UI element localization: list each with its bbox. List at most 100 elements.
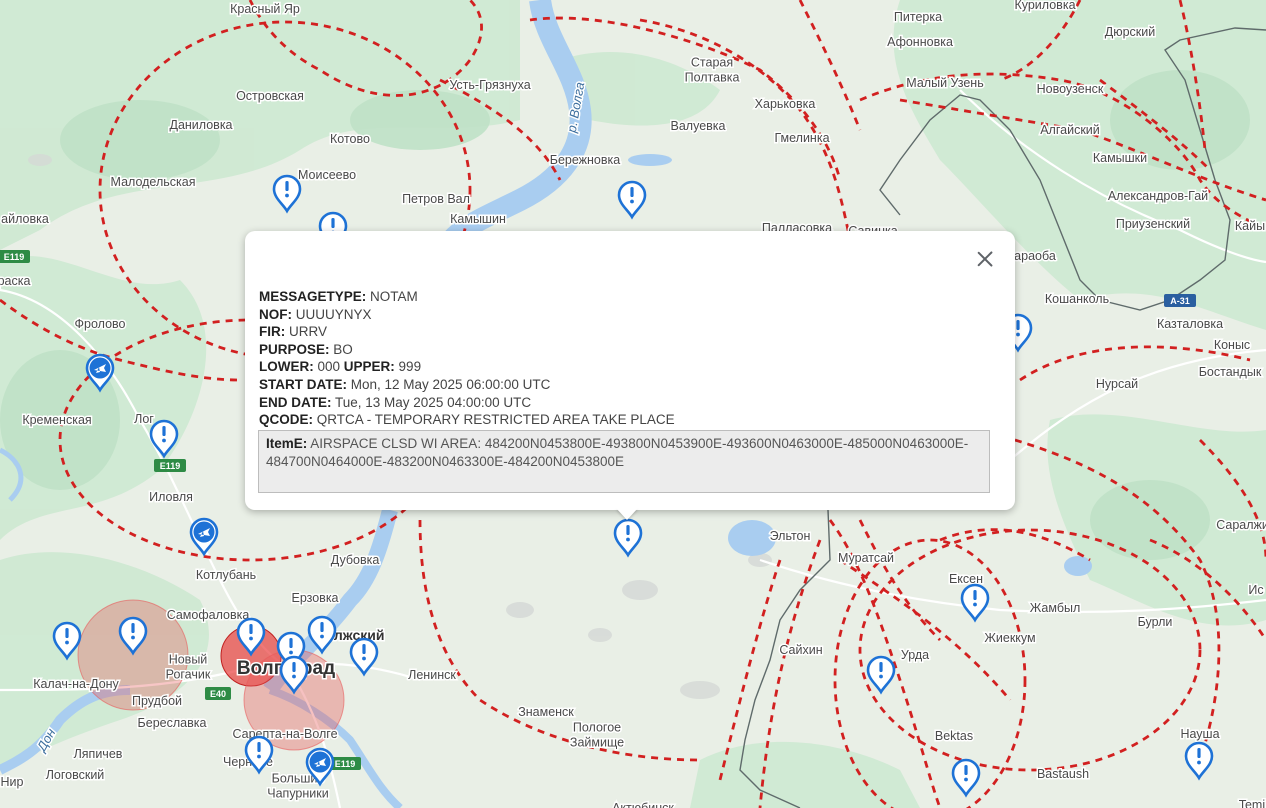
place-label-saralzhin: Саралжин (1216, 518, 1266, 532)
place-label-danilovka: Даниловка (169, 118, 232, 132)
place-label-krasny-yar: Красный Яр (230, 2, 300, 16)
place-label-frolovo: Фролово (75, 317, 126, 331)
place-label-log: Лог (134, 412, 154, 426)
place-label-saikhin: Сайхин (779, 643, 822, 657)
place-label-kurilovka: Куриловка (1014, 0, 1075, 12)
svg-text:E119: E119 (4, 252, 25, 262)
place-label-bastaush: Bastaush (1037, 767, 1089, 781)
road-badge: A-31 (1164, 294, 1196, 307)
place-label-ust-gryaznukha: Усть-Грязнуха (449, 78, 530, 92)
place-label-kremenskaya: Кременская (22, 413, 91, 427)
field-value: UUUUYNYX (292, 306, 372, 322)
field-row: START DATE: Mon, 12 May 2025 06:00:00 UT… (259, 376, 675, 394)
place-label-aleksandrov-gai: Александров-Гай (1108, 189, 1208, 203)
field-value: 999 (394, 359, 422, 375)
field-label: MESSAGETYPE: (259, 289, 367, 304)
place-label-dyurskiy: Дюрский (1105, 25, 1155, 39)
field-label: NOF: (259, 306, 292, 322)
field-row: LOWER: 000 UPPER: 999 (259, 358, 675, 376)
place-label-nausha: Науша (1180, 727, 1219, 741)
place-label-burli: Бурли (1138, 615, 1173, 629)
place-label-maly-uzen: Малый Узень (906, 76, 983, 90)
place-label-znamensk: Знаменск (518, 705, 574, 719)
field-row: QCODE: QRTCA - TEMPORARY RESTRICTED AREA… (259, 411, 675, 429)
place-label-leninsk: Ленинск (408, 668, 456, 682)
item-e-box: ItemE: AIRSPACE CLSD WI AREA: 484200N045… (258, 430, 990, 493)
place-label-prudboy: Прудбой (132, 694, 182, 708)
place-label-kalach: Калач-на-Дону (33, 677, 119, 691)
field-label: FIR: (259, 324, 286, 340)
place-label-zhiekkum: Жиеккум (984, 631, 1035, 645)
place-label-is: Ис (1248, 583, 1263, 597)
popup-pointer (616, 508, 638, 520)
svg-text:E119: E119 (160, 461, 181, 471)
place-label-bektas: Bektas (935, 729, 973, 743)
place-label-nir: Нир (1, 775, 24, 789)
field-value: QRTCA - TEMPORARY RESTRICTED AREA TAKE P… (313, 412, 675, 428)
place-label-konys: Коныс (1214, 338, 1250, 352)
place-label-koshankol: Кошанколь (1045, 292, 1109, 306)
place-label-sarepta: Сарепта-на-Волге (232, 727, 337, 741)
place-label-moiseevo: Моисеево (298, 168, 356, 182)
place-label-petrov-val: Петров Вал (402, 192, 470, 206)
place-label-logovsky: Логовский (46, 768, 105, 782)
place-label-berezhnovka: Бережновка (550, 153, 621, 167)
place-label-lyapichev: Ляпичев (74, 747, 123, 761)
field-value: URRV (285, 324, 328, 340)
field-row: FIR: URRV (259, 323, 675, 341)
item-e-text: AIRSPACE CLSD WI AREA: 484200N0453800E-4… (266, 436, 969, 469)
place-label-zhambyl: Жамбыл (1030, 601, 1081, 615)
place-label-aktyubinsk: Актюбинск (612, 801, 674, 808)
notam-fields: MESSAGETYPE: NOTAM NOF: UUUUYNYX FIR: UR… (259, 288, 675, 429)
place-label-ailovka: айловка (1, 212, 49, 226)
place-label-kamyshki: Камышки (1093, 151, 1147, 165)
place-label-kotluban: Котлубань (196, 568, 256, 582)
place-label-priuzensky: Приузенский (1116, 217, 1190, 231)
place-label-kotovo: Котово (330, 132, 370, 146)
place-label-bereslavka: Береславка (138, 716, 207, 730)
place-label-bostandyk: Бостандык (1199, 365, 1262, 379)
place-label-kaztalovka: Казталовка (1157, 317, 1223, 331)
svg-text:E119: E119 (335, 759, 356, 769)
place-label-dubovka: Дубовка (331, 553, 380, 567)
field-value: Tue, 13 May 2025 04:00:00 UTC (331, 394, 532, 410)
road-badge: E119 (0, 250, 30, 263)
field-label: END DATE: (259, 394, 332, 410)
place-label-eksen: Ексен (949, 572, 983, 586)
place-label-algaisky: Алгайский (1040, 123, 1100, 137)
field-label: START DATE: (259, 376, 347, 392)
place-label-nursay: Нурсай (1096, 377, 1138, 391)
close-icon[interactable] (973, 247, 997, 271)
field-row: NOF: UUUUYNYX (259, 306, 675, 324)
field-label: QCODE: (259, 412, 313, 428)
notam-popup: MESSAGETYPE: NOTAM NOF: UUUUYNYX FIR: UR… (245, 231, 1015, 510)
field-row: END DATE: Tue, 13 May 2025 04:00:00 UTC (259, 394, 675, 412)
svg-text:A-31: A-31 (1170, 296, 1190, 306)
place-label-pologoe: Пологое Займище (570, 721, 624, 750)
place-label-staraya-poltavka: Старая Полтавка (685, 56, 740, 85)
field-label: UPPER: (343, 359, 395, 375)
field-value: BO (329, 341, 353, 357)
field-label: LOWER: (259, 359, 314, 375)
place-label-valuevka: Валуевка (671, 119, 726, 133)
road-badge: E40 (205, 687, 231, 700)
field-value: 000 (313, 359, 344, 375)
item-e-label: ItemE: (266, 436, 308, 451)
road-badge: E119 (154, 459, 186, 472)
field-row: MESSAGETYPE: NOTAM (259, 288, 675, 306)
place-label-araoba: араоба (1014, 249, 1056, 263)
place-label-pitерka: Питерка (894, 10, 942, 24)
place-label-gmelinka: Гмелинка (774, 131, 829, 145)
field-label: PURPOSE: (259, 341, 330, 357)
place-label-ilovlya: Иловля (149, 490, 193, 504)
place-label-erzovka: Ерзовка (291, 591, 338, 605)
svg-text:E40: E40 (210, 689, 226, 699)
place-label-kamyshin: Камышин (450, 212, 506, 226)
place-label-kaiy: Кайы (1235, 219, 1265, 233)
place-label-muratsay: Муратсай (838, 551, 894, 565)
place-label-urda: Урда (901, 648, 929, 662)
place-label-raska: раска (0, 274, 30, 288)
field-value: NOTAM (366, 289, 418, 304)
place-label-malodelskaya: Малодельская (111, 175, 196, 189)
place-label-temir: Temir (1239, 798, 1266, 808)
